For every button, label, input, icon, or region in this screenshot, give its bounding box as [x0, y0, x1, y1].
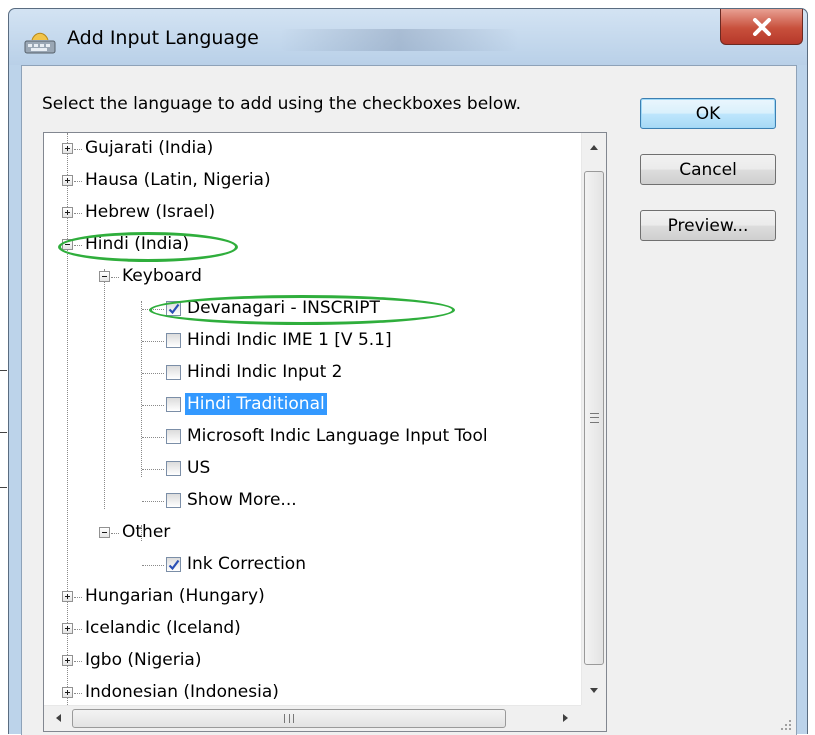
- collapse-icon[interactable]: [99, 271, 110, 282]
- close-button[interactable]: [720, 9, 803, 45]
- dialog-window: Add Input Language Select the language t…: [8, 8, 808, 735]
- tree-row-ink-correction[interactable]: Ink Correction: [44, 549, 582, 581]
- checkbox[interactable]: [166, 493, 181, 508]
- expand-icon[interactable]: [62, 143, 73, 154]
- tree-row-label: Hindi Indic Input 2: [187, 362, 343, 382]
- tree-row-hindi-indic-input[interactable]: Hindi Indic Input 2: [44, 357, 582, 389]
- checkbox-checked[interactable]: [166, 301, 181, 316]
- tree-row-show-more[interactable]: Show More...: [44, 485, 582, 517]
- checkbox[interactable]: [166, 397, 181, 412]
- dialog-body: Select the language to add using the che…: [21, 65, 797, 735]
- tree-row-label: Igbo (Nigeria): [85, 650, 202, 670]
- tree-row-igbo[interactable]: Igbo (Nigeria): [44, 645, 582, 677]
- checkbox[interactable]: [166, 365, 181, 380]
- cancel-button[interactable]: Cancel: [640, 154, 776, 185]
- collapse-icon[interactable]: [62, 239, 73, 250]
- tree-row-label: Keyboard: [122, 266, 202, 286]
- background-title-blur: [279, 29, 519, 51]
- tree-row-label: Gujarati (India): [85, 138, 214, 158]
- checkbox[interactable]: [166, 461, 181, 476]
- tree-row-hebrew[interactable]: Hebrew (Israel): [44, 197, 582, 229]
- checkmark-icon: [168, 559, 179, 570]
- tree-row-label: Other: [122, 522, 171, 542]
- tree-row-gujarati[interactable]: Gujarati (India): [44, 133, 582, 165]
- tree-row-label: Hindi (India): [85, 234, 190, 254]
- arrow-left-icon[interactable]: [56, 714, 61, 722]
- background-mark: [0, 370, 7, 371]
- tree-row-label-selected: Hindi Traditional: [185, 393, 327, 415]
- horizontal-scroll-thumb[interactable]: [72, 709, 506, 728]
- title-bar[interactable]: Add Input Language: [9, 9, 807, 65]
- tree-row-us[interactable]: US: [44, 453, 582, 485]
- collapse-icon[interactable]: [99, 527, 110, 538]
- arrow-up-icon[interactable]: [590, 145, 598, 150]
- close-icon: [752, 17, 771, 36]
- tree-row-hindi-traditional[interactable]: Hindi Traditional: [44, 389, 582, 421]
- expand-icon[interactable]: [62, 207, 73, 218]
- tree-row-icelandic[interactable]: Icelandic (Iceland): [44, 613, 582, 645]
- tree-row-devanagari-inscript[interactable]: Devanagari - INSCRIPT: [44, 293, 582, 325]
- vertical-scrollbar[interactable]: [581, 133, 606, 705]
- ok-button[interactable]: OK: [640, 98, 776, 129]
- arrow-right-icon[interactable]: [563, 714, 568, 722]
- vertical-scroll-thumb[interactable]: [584, 171, 604, 665]
- tree-row-hungarian[interactable]: Hungarian (Hungary): [44, 581, 582, 613]
- expand-icon[interactable]: [62, 591, 73, 602]
- tree-row-hindi-indic-ime[interactable]: Hindi Indic IME 1 [V 5.1]: [44, 325, 582, 357]
- tree-row-label: US: [187, 458, 211, 478]
- tree-row-label: Hausa (Latin, Nigeria): [85, 170, 271, 190]
- scrollbar-corner: [581, 705, 606, 731]
- tree-content: Gujarati (India) Hausa (Latin, Nigeria) …: [44, 133, 582, 705]
- background-mark: [0, 487, 7, 488]
- horizontal-scrollbar[interactable]: [44, 705, 582, 731]
- tree-row-label: Ink Correction: [187, 554, 306, 574]
- expand-icon[interactable]: [62, 623, 73, 634]
- tree-row-label: Devanagari - INSCRIPT: [187, 298, 380, 318]
- checkmark-icon: [168, 303, 179, 314]
- checkbox[interactable]: [166, 429, 181, 444]
- tree-row-label: Microsoft Indic Language Input Tool: [187, 426, 488, 446]
- expand-icon[interactable]: [62, 175, 73, 186]
- tree-row-microsoft-indic[interactable]: Microsoft Indic Language Input Tool: [44, 421, 582, 453]
- tree-row-hausa[interactable]: Hausa (Latin, Nigeria): [44, 165, 582, 197]
- resize-grip-icon[interactable]: [778, 717, 792, 731]
- tree-row-indonesian[interactable]: Indonesian (Indonesia): [44, 677, 582, 705]
- tree-row-keyboard[interactable]: Keyboard: [44, 261, 582, 293]
- tree-row-label: Show More...: [187, 490, 297, 510]
- tree-row-label: Hebrew (Israel): [85, 202, 216, 222]
- checkbox[interactable]: [166, 333, 181, 348]
- background-mark: [0, 432, 7, 433]
- tree-row-label: Icelandic (Iceland): [85, 618, 241, 638]
- language-tree[interactable]: Gujarati (India) Hausa (Latin, Nigeria) …: [43, 132, 607, 732]
- expand-icon[interactable]: [62, 655, 73, 666]
- preview-button[interactable]: Preview...: [640, 210, 776, 241]
- expand-icon[interactable]: [62, 687, 73, 698]
- tree-row-label: Hungarian (Hungary): [85, 586, 265, 606]
- tree-row-hindi[interactable]: Hindi (India): [44, 229, 582, 261]
- checkbox-checked[interactable]: [166, 557, 181, 572]
- tree-row-label: Hindi Indic IME 1 [V 5.1]: [187, 330, 392, 350]
- keyboard-icon: [24, 32, 56, 54]
- tree-row-other[interactable]: Other: [44, 517, 582, 549]
- arrow-down-icon[interactable]: [590, 688, 598, 693]
- instruction-text: Select the language to add using the che…: [42, 94, 522, 114]
- window-title: Add Input Language: [67, 27, 259, 49]
- tree-row-label: Indonesian (Indonesia): [85, 682, 279, 702]
